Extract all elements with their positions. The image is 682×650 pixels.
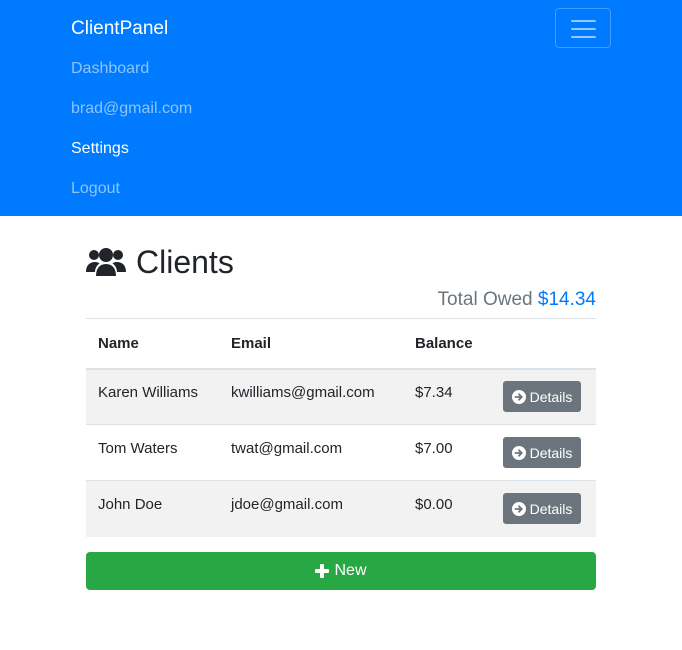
details-button[interactable]: Details xyxy=(503,437,581,468)
details-button[interactable]: Details xyxy=(503,381,581,413)
brand-link[interactable]: ClientPanel xyxy=(71,17,168,41)
client-email: kwilliams@gmail.com xyxy=(231,384,375,402)
total-owed-label: Total Owed xyxy=(437,289,533,310)
arrow-circle-right-icon xyxy=(511,445,526,460)
nav-link-logout[interactable]: Logout xyxy=(71,179,120,199)
client-name: Karen Williams xyxy=(98,384,199,402)
table-row: Tom Waters twat@gmail.com $7.00 Details xyxy=(86,424,596,481)
arrow-circle-right-icon xyxy=(511,501,526,516)
column-header-action xyxy=(489,318,596,370)
total-owed-amount: $14.34 xyxy=(537,289,596,310)
details-button[interactable]: Details xyxy=(503,493,581,525)
users-icon xyxy=(86,248,126,276)
total-owed: Total Owed $14.34 xyxy=(438,288,596,312)
page-title-text: Clients xyxy=(136,243,234,280)
arrow-circle-right-icon xyxy=(511,389,526,404)
client-balance: $7.00 xyxy=(415,440,453,457)
column-header-name: Name xyxy=(86,318,219,370)
nav-link-dashboard[interactable]: Dashboard xyxy=(71,59,149,79)
page-title: Clients xyxy=(86,242,234,282)
client-name: Tom Waters xyxy=(98,440,178,457)
client-email: jdoe@gmail.com xyxy=(231,496,343,514)
new-client-button[interactable]: New xyxy=(86,552,596,590)
clients-table: Name Email Balance Karen Williams kwilli… xyxy=(86,318,596,537)
plus-icon xyxy=(315,564,330,578)
client-balance: $0.00 xyxy=(415,496,453,514)
client-balance: $7.34 xyxy=(415,384,453,402)
client-email: twat@gmail.com xyxy=(231,440,343,457)
top-navbar: ClientPanel Dashboard brad@gmail.com Set… xyxy=(0,0,682,216)
new-client-button-label: New xyxy=(334,562,367,579)
details-button-label: Details xyxy=(529,388,573,405)
client-name: John Doe xyxy=(98,496,163,514)
details-button-label: Details xyxy=(529,500,573,517)
nav-link-user-email[interactable]: brad@gmail.com xyxy=(71,99,192,119)
column-header-email: Email xyxy=(219,318,403,370)
nav-link-settings[interactable]: Settings xyxy=(71,139,129,159)
table-row: Karen Williams kwilliams@gmail.com $7.34… xyxy=(86,368,596,425)
menu-toggle-button[interactable] xyxy=(555,8,611,48)
details-button-label: Details xyxy=(529,444,573,461)
table-row: John Doe jdoe@gmail.com $0.00 Details xyxy=(86,480,596,537)
column-header-balance: Balance xyxy=(403,318,489,370)
hamburger-menu-icon xyxy=(571,20,596,22)
table-header-row: Name Email Balance xyxy=(86,318,596,370)
